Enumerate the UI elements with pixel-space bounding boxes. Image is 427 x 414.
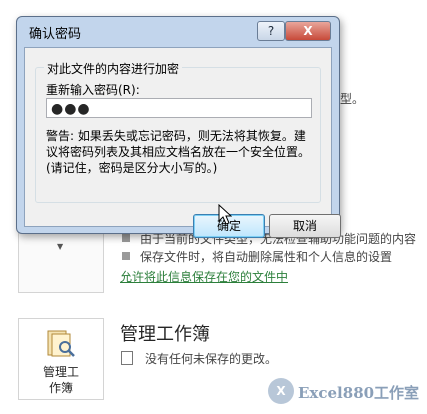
warning-text: 警告: 如果丢失或忘记密码，则无法将其恢复。建议将密码列表及其相应文档名放在一个… <box>46 129 311 175</box>
dialog-title-bar[interactable]: 确认密码 ? X <box>17 17 339 45</box>
reenter-password-label: 重新输入密码(R): <box>46 83 140 97</box>
manage-workbook-title: 管理工作簿 <box>120 324 210 345</box>
manage-workbook-icon <box>47 330 75 357</box>
bullet-icon <box>122 234 130 242</box>
document-icon <box>121 351 133 365</box>
manage-tile-label: 管理工 <box>42 365 79 379</box>
cancel-button[interactable]: 取消 <box>269 214 341 238</box>
password-input[interactable]: ●●● <box>46 98 312 118</box>
help-button[interactable]: ? <box>257 21 285 41</box>
watermark: X Excel880工作室 <box>268 378 420 408</box>
dialog-body: 对此文件的内容进行加密 重新输入密码(R): ●●● 警告: 如果丢失或忘记密码… <box>24 47 341 238</box>
manage-workbook-desc: 没有任何未保存的更改。 <box>145 352 278 366</box>
group-label: 对此文件的内容进行加密 <box>44 60 183 77</box>
watermark-logo-icon: X <box>268 378 294 404</box>
bullet-icon <box>122 252 130 260</box>
encrypt-group: 对此文件的内容进行加密 重新输入密码(R): ●●● 警告: 如果丢失或忘记密码… <box>35 60 321 203</box>
mouse-pointer-icon <box>218 204 232 225</box>
properties-note: 保存文件时，将自动删除属性和个人信息的设置 <box>140 250 393 264</box>
truncated-text: 型。 <box>340 92 365 106</box>
allow-save-info-link[interactable]: 允许将此信息保存在您的文件中 <box>120 268 288 285</box>
manage-workbook-button[interactable]: 管理工 作簿 <box>18 318 104 400</box>
close-button[interactable]: X <box>285 21 331 41</box>
dropdown-caret-icon: ▼ <box>57 242 64 251</box>
watermark-text: Excel880工作室 <box>298 384 420 402</box>
manage-tile-label-2: 作簿 <box>48 381 73 395</box>
confirm-password-dialog: 确认密码 ? X 对此文件的内容进行加密 重新输入密码(R): ●●● 警告: … <box>16 16 341 238</box>
dialog-title: 确认密码 <box>29 27 82 42</box>
